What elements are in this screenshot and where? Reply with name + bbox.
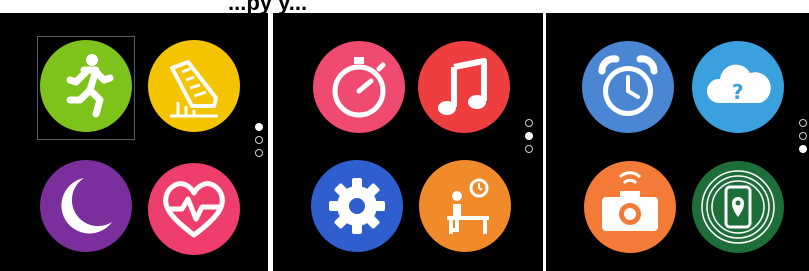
settings-app-button[interactable] bbox=[311, 160, 403, 252]
svg-text:?: ? bbox=[732, 80, 744, 104]
heart-rate-app-button[interactable] bbox=[148, 163, 240, 255]
gear-icon bbox=[329, 178, 385, 234]
running-person-icon bbox=[66, 54, 114, 118]
page-dot-1 bbox=[255, 123, 263, 131]
music-note-icon bbox=[438, 58, 487, 115]
page-dot-3 bbox=[525, 145, 533, 153]
page-dot-1 bbox=[525, 119, 533, 127]
watch-screens-canvas: ...py y... Z z ? bbox=[0, 0, 809, 271]
page-dot-2 bbox=[525, 132, 533, 140]
camera-app-button[interactable] bbox=[584, 161, 676, 253]
alarm-app-button[interactable] bbox=[582, 41, 674, 133]
page-dot-2 bbox=[799, 132, 807, 140]
camera-icon bbox=[602, 171, 658, 231]
sleep-app-button[interactable]: Z z bbox=[40, 160, 132, 252]
steps-app-button[interactable] bbox=[148, 40, 240, 132]
stopwatch-app-button[interactable] bbox=[313, 41, 405, 133]
page-dot-1 bbox=[799, 119, 807, 127]
workout-app-button[interactable] bbox=[40, 40, 132, 132]
watch-screen-2 bbox=[273, 13, 543, 271]
cloud-question-icon: ? bbox=[706, 64, 771, 104]
heart-pulse-icon bbox=[163, 181, 225, 238]
desk-clock-icon bbox=[447, 178, 489, 234]
sedentary-reminder-app-button[interactable] bbox=[419, 160, 511, 252]
find-phone-app-button[interactable] bbox=[692, 161, 784, 253]
page-dot-2 bbox=[255, 136, 263, 144]
svg-text:z: z bbox=[98, 200, 104, 213]
find-phone-icon bbox=[701, 170, 775, 244]
stopwatch-icon bbox=[332, 57, 386, 118]
watch-screen-1: Z z bbox=[0, 13, 268, 271]
svg-text:Z: Z bbox=[86, 205, 98, 224]
watch-screen-3: ? bbox=[546, 13, 809, 271]
alarm-clock-icon bbox=[598, 55, 658, 116]
music-app-button[interactable] bbox=[418, 41, 510, 133]
page-dot-3 bbox=[255, 149, 263, 157]
weather-app-button[interactable]: ? bbox=[692, 41, 784, 133]
shoe-steps-icon bbox=[170, 60, 218, 118]
moon-sleep-icon: Z z bbox=[61, 178, 112, 234]
page-dot-3 bbox=[799, 145, 807, 153]
